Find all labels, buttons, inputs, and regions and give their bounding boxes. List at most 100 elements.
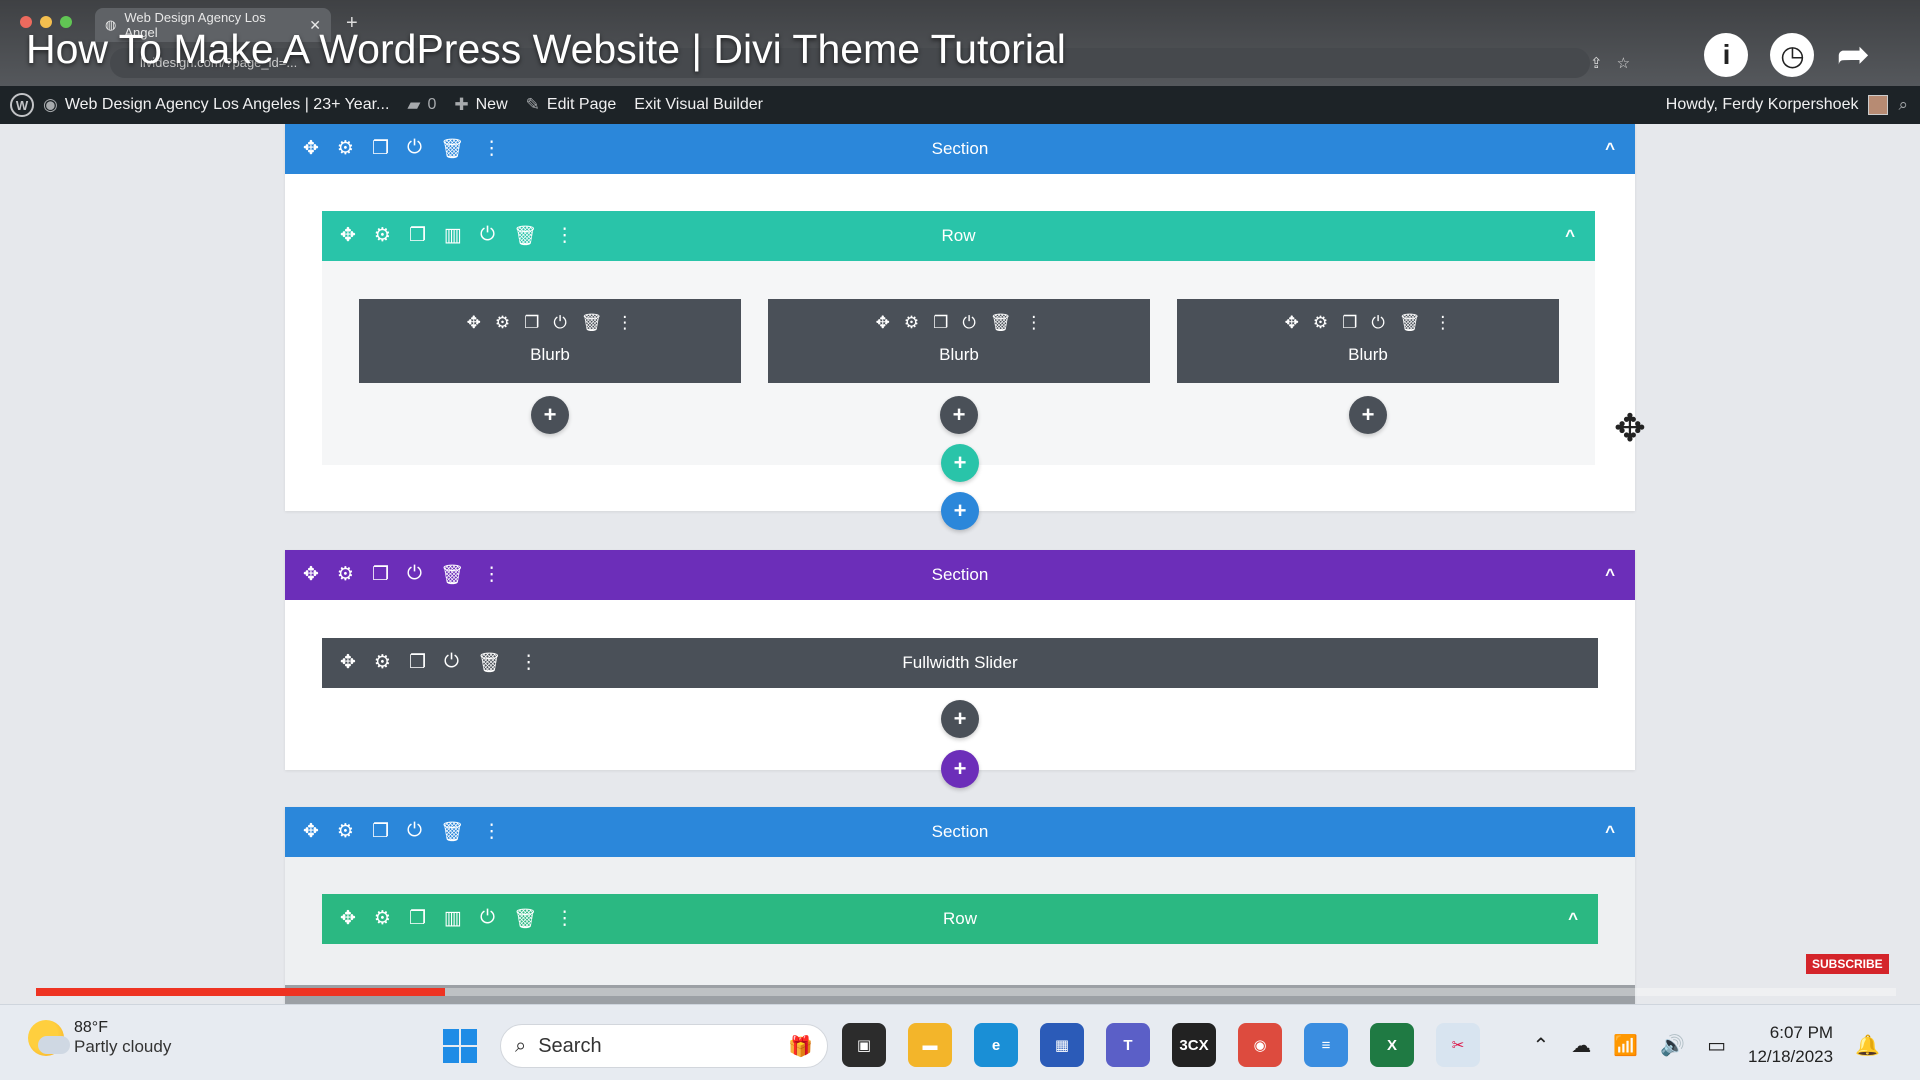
trash-icon[interactable]: 🗑 [513, 907, 537, 931]
add-module-button[interactable]: + [941, 700, 979, 738]
move-icon[interactable]: ✥ [1285, 313, 1299, 333]
3cx-icon[interactable]: 3CX [1172, 1023, 1216, 1067]
volume-icon[interactable]: 🔊 [1660, 1033, 1685, 1058]
more-options-icon[interactable]: ⋮ [482, 563, 501, 587]
bookmark-star-icon[interactable]: ☆ [1617, 54, 1630, 72]
settings-gear-icon[interactable]: ⚙ [374, 907, 391, 931]
trash-icon[interactable]: 🗑 [581, 313, 603, 333]
search-icon[interactable]: ⌕ [1898, 95, 1908, 115]
more-options-icon[interactable]: ⋮ [482, 820, 501, 844]
add-module-button[interactable]: + [940, 396, 978, 434]
more-options-icon[interactable]: ⋮ [482, 137, 501, 161]
exit-visual-builder-link[interactable]: Exit Visual Builder [625, 86, 772, 124]
more-options-icon[interactable]: ⋮ [555, 907, 574, 931]
edit-page-link[interactable]: ✎ Edit Page [517, 86, 626, 124]
more-options-icon[interactable]: ⋮ [1025, 313, 1042, 333]
chrome-icon[interactable]: ◉ [1238, 1023, 1282, 1067]
fullwidth-slider-module[interactable]: ✥ ⚙ ❐ ⏻ 🗑 ⋮ Fullwidth Slider [322, 638, 1598, 688]
power-icon[interactable]: ⏻ [480, 907, 495, 931]
row-1-header[interactable]: ✥ ⚙ ❐ ▥ ⏻ 🗑 ⋮ Row ^ [322, 211, 1595, 261]
collapse-chevron-icon[interactable]: ^ [1565, 226, 1575, 246]
trash-icon[interactable]: 🗑 [513, 224, 537, 248]
file-explorer-icon[interactable]: ▬ [908, 1023, 952, 1067]
section-2[interactable]: ✥ ⚙ ❐ ⏻ 🗑 ⋮ Section ^ ✥ ⚙ ❐ ⏻ 🗑 ⋮ Fullwi… [285, 550, 1635, 788]
microsoft-store-icon[interactable]: ▦ [1040, 1023, 1084, 1067]
user-greeting[interactable]: Howdy, Ferdy Korpershoek [1666, 96, 1859, 114]
collapse-chevron-icon[interactable]: ^ [1605, 565, 1615, 585]
teams-icon[interactable]: T [1106, 1023, 1150, 1067]
move-icon[interactable]: ✥ [340, 651, 356, 675]
duplicate-icon[interactable]: ❐ [524, 313, 539, 333]
weather-widget[interactable]: 88°F Partly cloudy [28, 1019, 171, 1057]
duplicate-icon[interactable]: ❐ [409, 651, 426, 675]
section-1-header[interactable]: ✥ ⚙ ❐ ⏻ 🗑 ⋮ Section ^ [285, 124, 1635, 174]
trash-icon[interactable]: 🗑 [990, 313, 1012, 333]
add-row-button[interactable]: + [941, 444, 979, 482]
add-section-button[interactable]: + [941, 750, 979, 788]
settings-gear-icon[interactable]: ⚙ [495, 313, 510, 333]
move-icon[interactable]: ✥ [467, 313, 481, 333]
columns-icon[interactable]: ▥ [444, 907, 462, 931]
move-icon[interactable]: ✥ [340, 224, 356, 248]
wordpress-logo-icon[interactable]: W [10, 93, 34, 117]
share-icon[interactable]: ➦ [1836, 32, 1870, 78]
section-2-header[interactable]: ✥ ⚙ ❐ ⏻ 🗑 ⋮ Section ^ [285, 550, 1635, 600]
duplicate-icon[interactable]: ❐ [1342, 313, 1357, 333]
avatar[interactable] [1868, 95, 1889, 115]
duplicate-icon[interactable]: ❐ [409, 907, 426, 931]
settings-gear-icon[interactable]: ⚙ [337, 563, 354, 587]
section-3-header[interactable]: ✥ ⚙ ❐ ⏻ 🗑 ⋮ Section ^ [285, 807, 1635, 857]
add-module-button[interactable]: + [1349, 396, 1387, 434]
trash-icon[interactable]: 🗑 [440, 820, 464, 844]
settings-gear-icon[interactable]: ⚙ [904, 313, 919, 333]
site-name-link[interactable]: ◉ Web Design Agency Los Angeles | 23+ Ye… [34, 86, 398, 124]
trash-icon[interactable]: 🗑 [440, 563, 464, 587]
battery-icon[interactable]: ▭ [1707, 1033, 1726, 1058]
move-icon[interactable]: ✥ [340, 907, 356, 931]
wifi-icon[interactable]: 📶 [1613, 1033, 1638, 1058]
notepad-icon[interactable]: ≡ [1304, 1023, 1348, 1067]
settings-gear-icon[interactable]: ⚙ [1313, 313, 1328, 333]
video-progress-bar[interactable] [36, 988, 1896, 996]
section-1[interactable]: ✥ ⚙ ❐ ⏻ 🗑 ⋮ Section ^ ✥ ⚙ ❐ ▥ ⏻ 🗑 ⋮ Row … [285, 124, 1635, 530]
info-icon[interactable]: i [1704, 33, 1749, 77]
power-icon[interactable]: ⏻ [407, 137, 422, 161]
power-icon[interactable]: ⏻ [444, 651, 459, 675]
move-icon[interactable]: ✥ [303, 563, 319, 587]
move-icon[interactable]: ✥ [303, 137, 319, 161]
new-content-link[interactable]: ✚ New [445, 86, 516, 124]
move-icon[interactable]: ✥ [303, 820, 319, 844]
snipping-tool-icon[interactable]: ✂ [1436, 1023, 1480, 1067]
add-section-button[interactable]: + [941, 492, 979, 530]
duplicate-icon[interactable]: ❐ [409, 224, 426, 248]
edge-browser-icon[interactable]: e [974, 1023, 1018, 1067]
onedrive-cloud-icon[interactable]: ☁ [1571, 1033, 1591, 1058]
trash-icon[interactable]: 🗑 [440, 137, 464, 161]
taskbar-search[interactable]: ⌕ Search 🎁 [500, 1024, 828, 1068]
blurb-module[interactable]: ✥ ⚙ ❐ ⏻ 🗑 ⋮ Blurb [1177, 299, 1559, 383]
task-view-icon[interactable]: ▣ [842, 1023, 886, 1067]
power-icon[interactable]: ⏻ [962, 313, 975, 333]
settings-gear-icon[interactable]: ⚙ [374, 651, 391, 675]
notification-bell-icon[interactable]: 🔔 [1855, 1033, 1880, 1058]
collapse-chevron-icon[interactable]: ^ [1605, 822, 1615, 842]
watch-later-icon[interactable]: ◷ [1770, 33, 1815, 77]
settings-gear-icon[interactable]: ⚙ [337, 820, 354, 844]
duplicate-icon[interactable]: ❐ [372, 137, 389, 161]
section-3[interactable]: ✥ ⚙ ❐ ⏻ 🗑 ⋮ Section ^ ✥ ⚙ ❐ ▥ ⏻ 🗑 ⋮ Row … [285, 807, 1635, 1004]
duplicate-icon[interactable]: ❐ [372, 563, 389, 587]
blurb-module[interactable]: ✥ ⚙ ❐ ⏻ 🗑 ⋮ Blurb [768, 299, 1150, 383]
comments-link[interactable]: ▰ 0 [398, 86, 445, 124]
more-options-icon[interactable]: ⋮ [555, 224, 574, 248]
power-icon[interactable]: ⏻ [407, 563, 422, 587]
more-options-icon[interactable]: ⋮ [519, 651, 538, 675]
trash-icon[interactable]: 🗑 [477, 651, 501, 675]
duplicate-icon[interactable]: ❐ [372, 820, 389, 844]
move-icon[interactable]: ✥ [876, 313, 890, 333]
power-icon[interactable]: ⏻ [407, 820, 422, 844]
blurb-module[interactable]: ✥ ⚙ ❐ ⏻ 🗑 ⋮ Blurb [359, 299, 741, 383]
power-icon[interactable]: ⏻ [480, 224, 495, 248]
settings-gear-icon[interactable]: ⚙ [374, 224, 391, 248]
collapse-chevron-icon[interactable]: ^ [1568, 909, 1578, 929]
share-page-icon[interactable]: ⇪ [1590, 54, 1603, 72]
